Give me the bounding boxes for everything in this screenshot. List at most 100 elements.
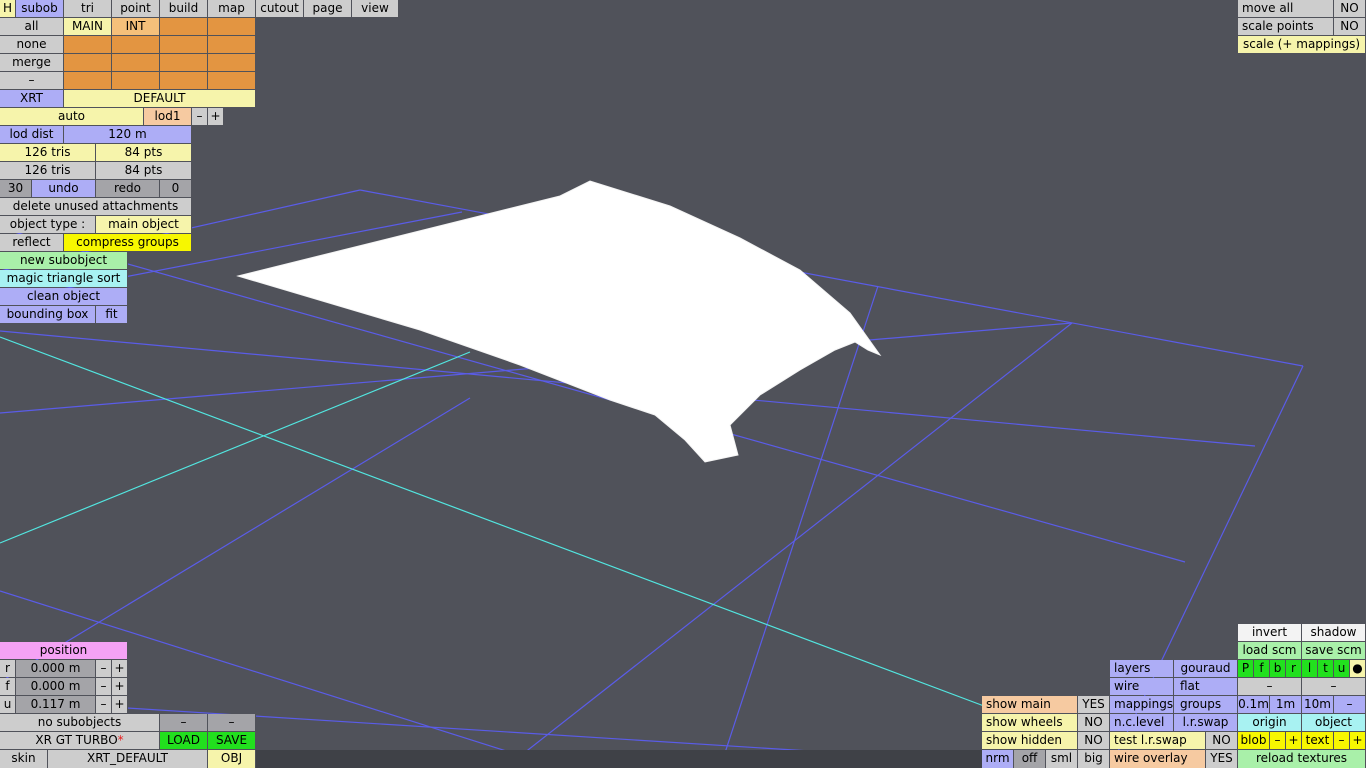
view-toggle-r[interactable]: r	[1286, 660, 1302, 677]
lod-selector[interactable]: lod1	[144, 108, 192, 125]
dash-button-b[interactable]: –	[1302, 678, 1366, 695]
dash-button-1[interactable]: –	[160, 714, 208, 731]
clean-object-button[interactable]: clean object	[0, 288, 128, 305]
origin-button[interactable]: origin	[1238, 714, 1302, 731]
gouraud-button[interactable]: gouraud	[1174, 660, 1238, 677]
save-button[interactable]: SAVE	[208, 732, 256, 749]
f-value[interactable]: 0.000 m	[16, 678, 96, 695]
show-wheels-label[interactable]: show wheels	[982, 714, 1078, 731]
obj-button[interactable]: OBJ	[208, 750, 256, 768]
xrt-button[interactable]: XRT	[0, 90, 64, 107]
mappings-button[interactable]: mappings	[1110, 696, 1174, 713]
layer-slot[interactable]	[208, 72, 256, 89]
view-toggle-t[interactable]: t	[1318, 660, 1334, 677]
layer-slot[interactable]	[64, 54, 112, 71]
invert-button[interactable]: invert	[1238, 624, 1302, 641]
tab-tri[interactable]: tri	[64, 0, 112, 17]
layer-slot[interactable]	[160, 72, 208, 89]
hood-mesh[interactable]	[236, 180, 882, 463]
layer-slot[interactable]	[208, 54, 256, 71]
r-minus-button[interactable]: –	[96, 660, 112, 677]
test-lr-swap-label[interactable]: test l.r.swap	[1110, 732, 1206, 749]
redo-button[interactable]: redo	[96, 180, 160, 197]
wire-button[interactable]: wire	[1110, 678, 1174, 695]
step-10m-button[interactable]: 10m	[1302, 696, 1334, 713]
blob-plus-button[interactable]: +	[1286, 732, 1302, 749]
new-subobject-button[interactable]: new subobject	[0, 252, 128, 269]
lod-plus-button[interactable]: +	[208, 108, 224, 125]
view-toggle-p[interactable]: P	[1238, 660, 1254, 677]
dash-button-2[interactable]: –	[208, 714, 256, 731]
layer-slot[interactable]	[112, 54, 160, 71]
scale-points-label[interactable]: scale points	[1238, 18, 1334, 35]
show-main-label[interactable]: show main	[982, 696, 1078, 713]
reload-textures-button[interactable]: reload textures	[1238, 750, 1366, 768]
dot-toggle-icon[interactable]: ●	[1350, 660, 1366, 677]
layer-slot[interactable]	[64, 72, 112, 89]
magic-triangle-sort-button[interactable]: magic triangle sort	[0, 270, 128, 287]
lod-dist-value[interactable]: 120 m	[64, 126, 192, 143]
default-skin-button[interactable]: DEFAULT	[64, 90, 256, 107]
object-button[interactable]: object	[1302, 714, 1366, 731]
view-toggle-l[interactable]: l	[1302, 660, 1318, 677]
move-all-label[interactable]: move all	[1238, 0, 1334, 17]
show-main-value[interactable]: YES	[1078, 696, 1110, 713]
merge-button[interactable]: merge	[0, 54, 64, 71]
size-sml-button[interactable]: sml	[1046, 750, 1078, 768]
step-01m-button[interactable]: 0.1m	[1238, 696, 1270, 713]
layer-int[interactable]: INT	[112, 18, 160, 35]
move-all-value[interactable]: NO	[1334, 0, 1366, 17]
r-plus-button[interactable]: +	[112, 660, 128, 677]
load-button[interactable]: LOAD	[160, 732, 208, 749]
view-toggle-u[interactable]: u	[1334, 660, 1350, 677]
size-off-button[interactable]: off	[1014, 750, 1046, 768]
compress-groups-button[interactable]: compress groups	[64, 234, 192, 251]
tab-point[interactable]: point	[112, 0, 160, 17]
skin-value[interactable]: XRT_DEFAULT	[48, 750, 208, 768]
tab-view[interactable]: view	[352, 0, 399, 17]
step-1m-button[interactable]: 1m	[1270, 696, 1302, 713]
nc-level-button[interactable]: n.c.level	[1110, 714, 1174, 731]
tab-page[interactable]: page	[304, 0, 352, 17]
lr-swap-button[interactable]: l.r.swap	[1174, 714, 1238, 731]
text-minus-button[interactable]: –	[1334, 732, 1350, 749]
f-plus-button[interactable]: +	[112, 678, 128, 695]
r-value[interactable]: 0.000 m	[16, 660, 96, 677]
flat-button[interactable]: flat	[1174, 678, 1238, 695]
u-value[interactable]: 0.117 m	[16, 696, 96, 713]
show-wheels-value[interactable]: NO	[1078, 714, 1110, 731]
size-nrm-button[interactable]: nrm	[982, 750, 1014, 768]
size-big-button[interactable]: big	[1078, 750, 1110, 768]
shadow-button[interactable]: shadow	[1302, 624, 1366, 641]
u-plus-button[interactable]: +	[112, 696, 128, 713]
layer-slot[interactable]	[208, 18, 256, 35]
layer-slot[interactable]	[160, 36, 208, 53]
view-toggle-b[interactable]: b	[1270, 660, 1286, 677]
test-lr-swap-value[interactable]: NO	[1206, 732, 1238, 749]
load-scm-button[interactable]: load scm	[1238, 642, 1302, 659]
layers-button[interactable]: layers	[1110, 660, 1174, 677]
wire-overlay-label[interactable]: wire overlay	[1110, 750, 1206, 768]
layer-slot[interactable]	[64, 36, 112, 53]
dash-button[interactable]: –	[0, 72, 64, 89]
dash-button-a[interactable]: –	[1238, 678, 1302, 695]
layer-main[interactable]: MAIN	[64, 18, 112, 35]
fit-button[interactable]: fit	[96, 306, 128, 323]
f-minus-button[interactable]: –	[96, 678, 112, 695]
blob-minus-button[interactable]: –	[1270, 732, 1286, 749]
u-minus-button[interactable]: –	[96, 696, 112, 713]
show-hidden-label[interactable]: show hidden	[982, 732, 1078, 749]
layer-slot[interactable]	[160, 18, 208, 35]
reflect-button[interactable]: reflect	[0, 234, 64, 251]
delete-unused-attachments-button[interactable]: delete unused attachments	[0, 198, 192, 215]
layer-slot[interactable]	[112, 72, 160, 89]
h-button[interactable]: H	[0, 0, 16, 17]
step-minus-button[interactable]: –	[1334, 696, 1366, 713]
scale-mappings-button[interactable]: scale (+ mappings)	[1238, 36, 1366, 53]
tab-cutout[interactable]: cutout	[256, 0, 304, 17]
text-plus-button[interactable]: +	[1350, 732, 1366, 749]
wire-overlay-value[interactable]: YES	[1206, 750, 1238, 768]
scale-points-value[interactable]: NO	[1334, 18, 1366, 35]
object-type-value[interactable]: main object	[96, 216, 192, 233]
select-none-button[interactable]: none	[0, 36, 64, 53]
